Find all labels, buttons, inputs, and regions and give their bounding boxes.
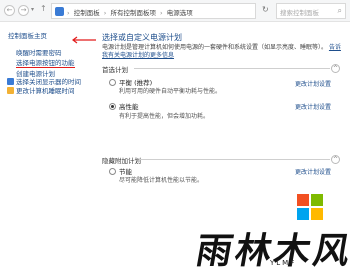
search-icon[interactable]: ⌕ [338,6,342,16]
search-placeholder: 搜索控制面板 [280,9,319,17]
section-divider [134,68,330,69]
sidebar-item-sleep-time[interactable]: 更改计算机睡眠时间 [16,85,75,95]
sidebar-item-power-buttons[interactable]: 选择电源按钮的功能 [16,57,75,68]
plan-radio-high-performance[interactable] [109,103,116,110]
back-arrow-icon[interactable]: ← [4,5,15,16]
red-arrow-annotation [72,36,96,44]
search-input[interactable]: 搜索控制面板 ⌕ [276,3,346,19]
chevron-up-icon[interactable]: ^ [331,155,340,164]
forward-arrow-icon[interactable]: → [18,5,29,16]
breadcrumb-item-power-options[interactable]: 电源选项 [167,9,193,17]
breadcrumb-separator: › [160,9,163,17]
change-plan-settings-link[interactable]: 更改计划设置 [295,102,331,111]
moon-icon [7,87,14,94]
change-plan-settings-link[interactable]: 更改计划设置 [295,167,331,176]
plan-radio-power-saver[interactable] [109,168,116,175]
address-bar: ← → ▾ ↑ › 控制面板 › 所有控制面板项 › 电源选项 ↻ 搜索控制面板… [0,0,350,22]
main-content: 选择或自定义电源计划 电源计划是管理计算机如何使用电源的一套硬件和系统设置（如显… [100,22,350,269]
breadcrumb-item-all-items[interactable]: 所有控制面板项 [110,9,156,17]
sidebar-item-require-password[interactable]: 唤醒时需要密码 [16,47,62,57]
page-description: 电源计划是管理计算机如何使用电源的一套硬件和系统设置（如显示亮度、睡眠等）。 告… [102,44,344,60]
refresh-icon[interactable]: ↻ [262,5,269,14]
control-panel-icon [55,7,64,16]
plan-radio-balanced[interactable] [109,79,116,86]
section-divider [140,159,330,160]
section-hidden-plans[interactable]: 隐藏附加计划 [102,155,141,165]
breadcrumb[interactable]: › 控制面板 › 所有控制面板项 › 电源选项 [51,3,256,19]
section-preferred-plans: 首选计划 [102,66,128,74]
display-icon [7,78,14,85]
page-title: 选择或自定义电源计划 [102,33,182,42]
breadcrumb-items: › 控制面板 › 所有控制面板项 › 电源选项 [67,7,195,17]
breadcrumb-separator: › [103,9,107,17]
change-plan-settings-link[interactable]: 更改计划设置 [295,79,331,88]
plan-desc-balanced: 利用可用的硬件自动平衡功耗与性能。 [119,88,222,95]
chevron-up-icon[interactable]: ^ [331,64,340,73]
sidebar-home-link[interactable]: 控制面板主页 [8,30,47,40]
up-arrow-icon[interactable]: ↑ [40,4,47,13]
recent-pages-icon[interactable]: ▾ [31,6,34,13]
breadcrumb-item-control-panel[interactable]: 控制面板 [74,9,100,17]
description-text: 电源计划是管理计算机如何使用电源的一套硬件和系统设置（如显示亮度、睡眠等）。 [102,44,328,51]
breadcrumb-separator: › [67,9,70,17]
plan-desc-power-saver: 尽可能降低计算机性能以节能。 [119,177,204,184]
sidebar: 控制面板主页 唤醒时需要密码 选择电源按钮的功能 创建电源计划 选择关闭显示器的… [0,22,92,269]
plan-desc-high-performance: 有利于提高性能，但会增加功耗。 [119,113,210,120]
plan-name-high-performance[interactable]: 高性能 [119,101,139,111]
